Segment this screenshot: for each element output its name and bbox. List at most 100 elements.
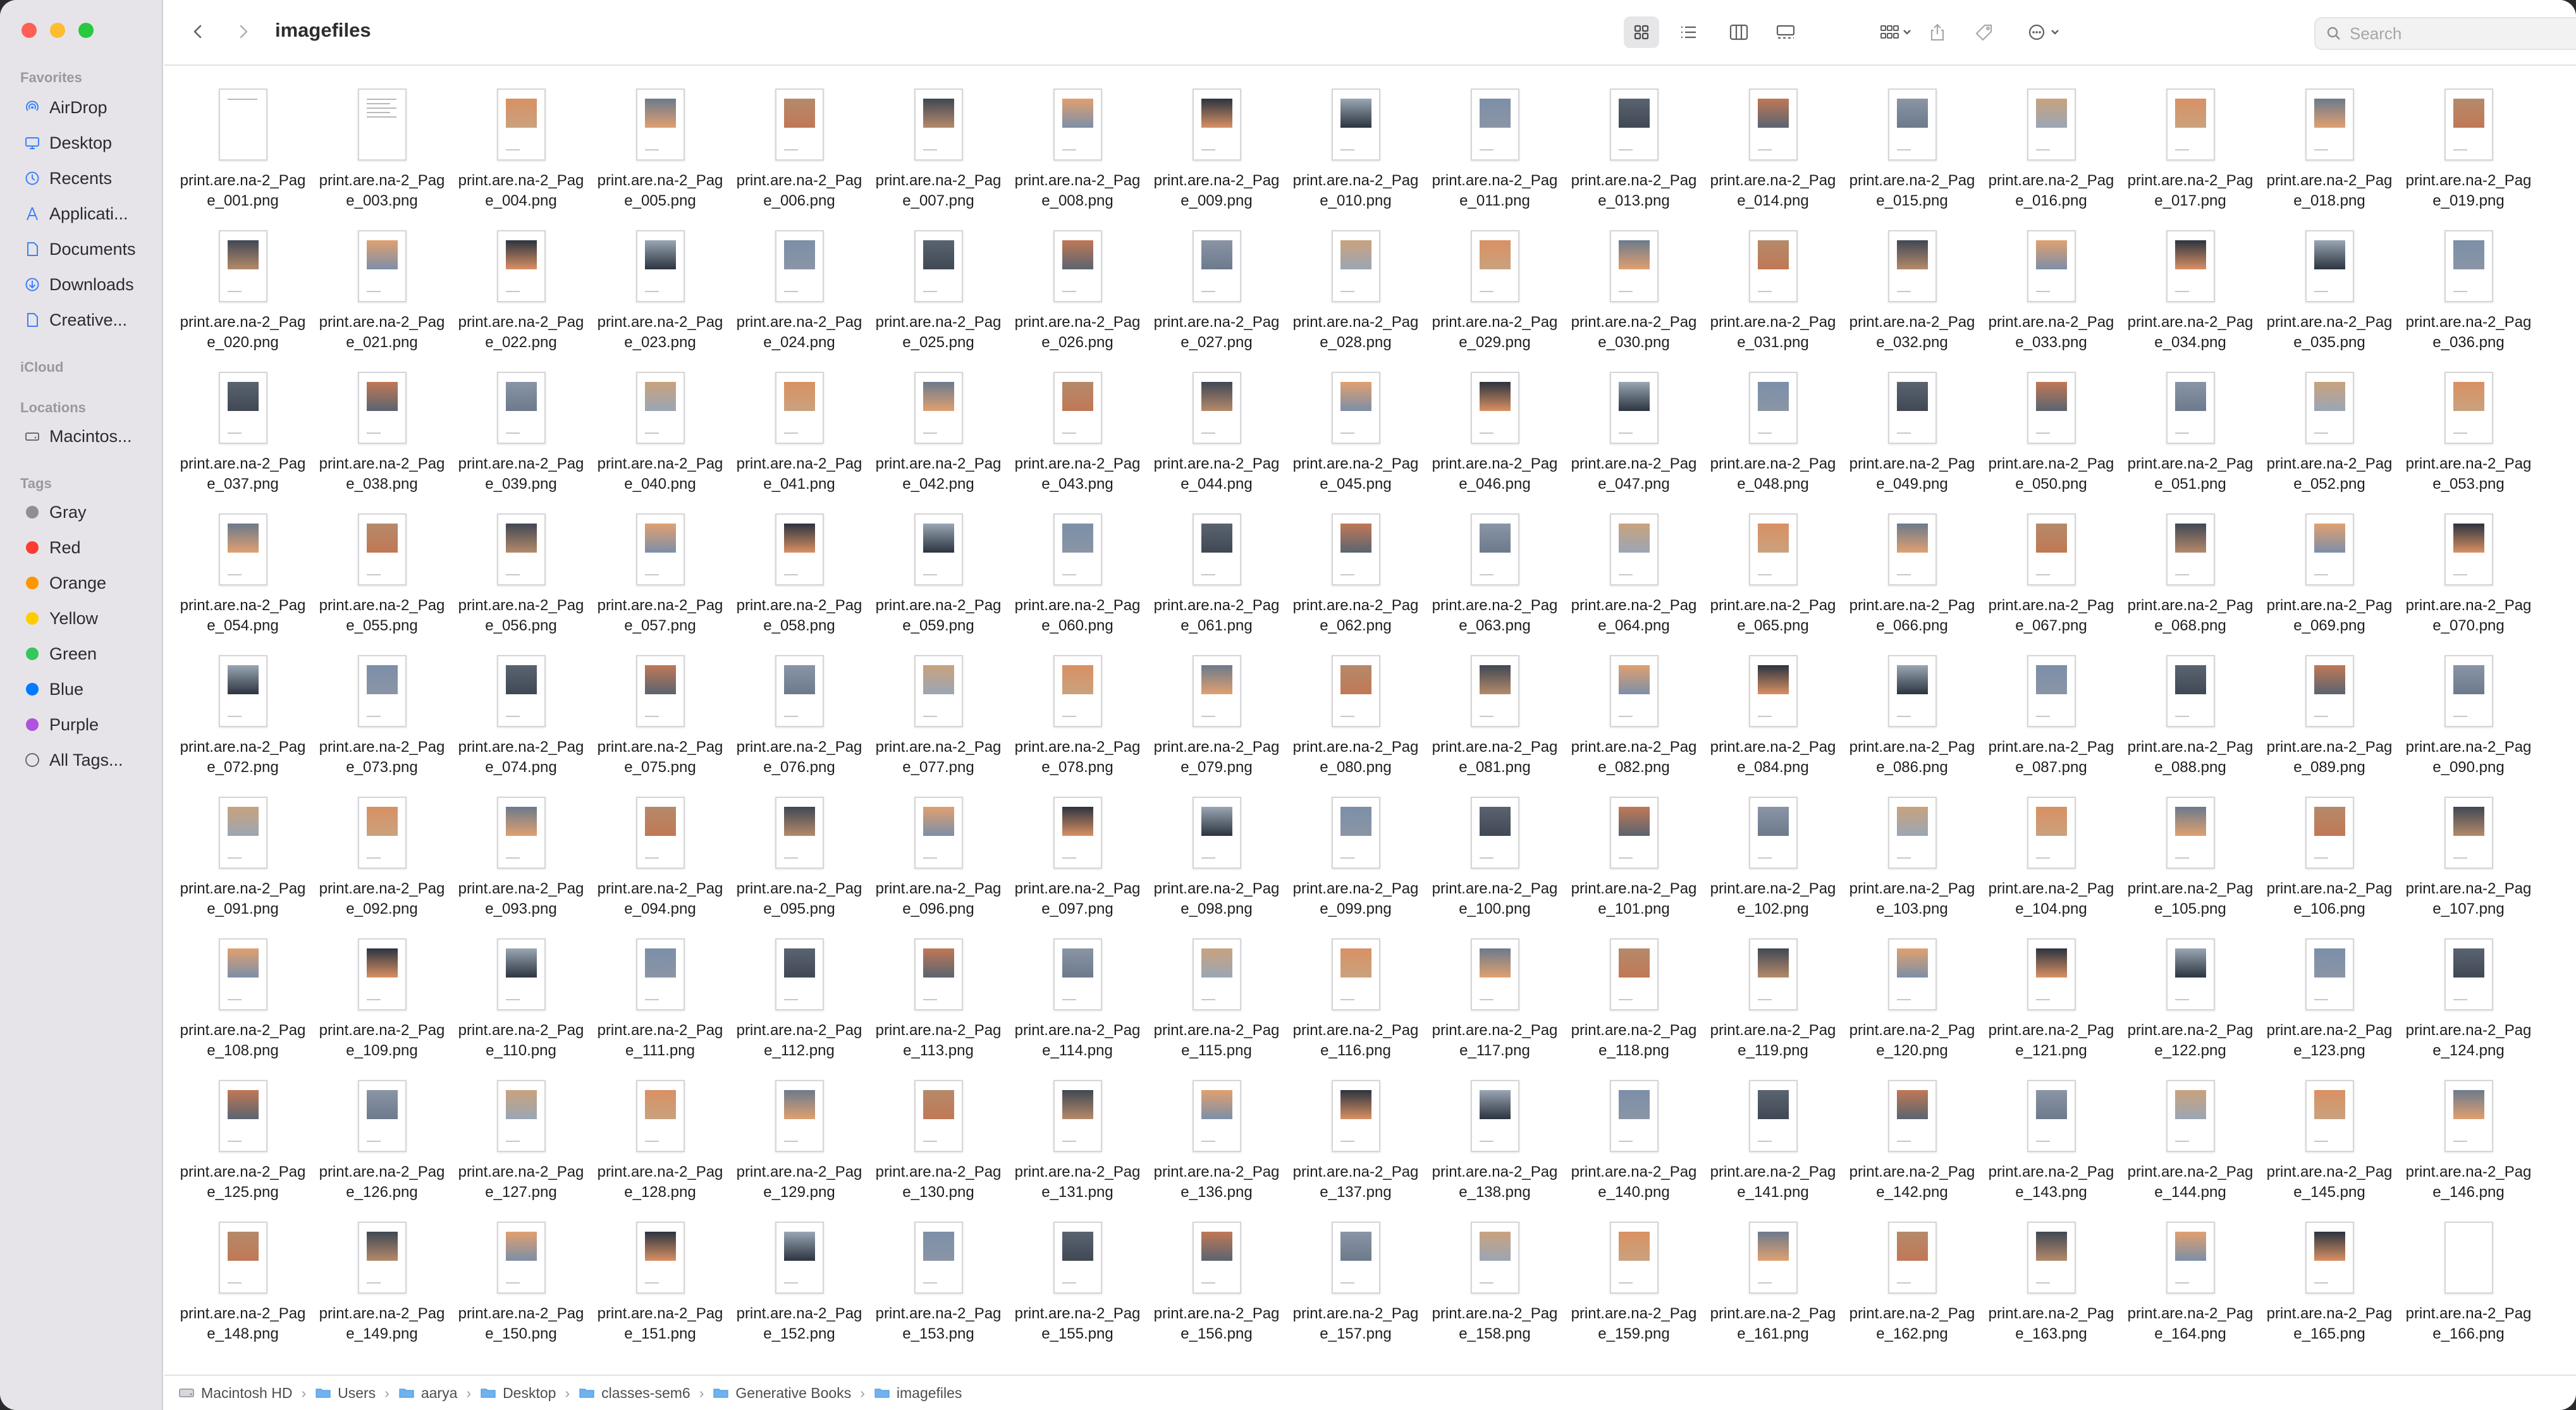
file-item[interactable]: print.are.na-2_Page_022.png bbox=[451, 220, 591, 362]
icon-view-button[interactable] bbox=[1624, 16, 1659, 48]
file-item[interactable]: print.are.na-2_Page_115.png bbox=[1147, 928, 1286, 1070]
file-item[interactable]: print.are.na-2_Page_086.png bbox=[1843, 645, 1982, 787]
file-item[interactable]: print.are.na-2_Page_031.png bbox=[1703, 220, 1843, 362]
file-item[interactable]: print.are.na-2_Page_087.png bbox=[1982, 645, 2121, 787]
file-item[interactable]: print.are.na-2_Page_025.png bbox=[869, 220, 1008, 362]
file-item[interactable]: print.are.na-2_Page_001.png bbox=[173, 78, 312, 220]
file-item[interactable]: print.are.na-2_Page_131.png bbox=[1008, 1070, 1147, 1211]
file-item[interactable]: print.are.na-2_Page_092.png bbox=[312, 787, 451, 928]
file-item[interactable]: print.are.na-2_Page_023.png bbox=[591, 220, 730, 362]
file-item[interactable]: print.are.na-2_Page_061.png bbox=[1147, 503, 1286, 645]
file-item[interactable]: print.are.na-2_Page_042.png bbox=[869, 362, 1008, 503]
breadcrumb-item[interactable]: Desktop bbox=[480, 1385, 556, 1402]
file-item[interactable]: print.are.na-2_Page_078.png bbox=[1008, 645, 1147, 787]
more-actions-button[interactable] bbox=[2017, 16, 2074, 48]
file-item[interactable]: print.are.na-2_Page_166.png bbox=[2399, 1211, 2538, 1353]
forward-button[interactable] bbox=[230, 19, 255, 44]
file-item[interactable]: print.are.na-2_Page_142.png bbox=[1843, 1070, 1982, 1211]
file-item[interactable]: print.are.na-2_Page_158.png bbox=[1425, 1211, 1564, 1353]
sidebar-item-creative[interactable]: Creative... bbox=[24, 305, 127, 335]
file-item[interactable]: print.are.na-2_Page_122.png bbox=[2121, 928, 2260, 1070]
file-item[interactable]: print.are.na-2_Page_051.png bbox=[2121, 362, 2260, 503]
file-item[interactable]: print.are.na-2_Page_082.png bbox=[1564, 645, 1703, 787]
file-item[interactable]: print.are.na-2_Page_103.png bbox=[1843, 787, 1982, 928]
file-item[interactable]: print.are.na-2_Page_017.png bbox=[2121, 78, 2260, 220]
file-item[interactable]: print.are.na-2_Page_146.png bbox=[2399, 1070, 2538, 1211]
column-view-button[interactable] bbox=[1721, 16, 1757, 48]
file-item[interactable]: print.are.na-2_Page_100.png bbox=[1425, 787, 1564, 928]
search-input[interactable] bbox=[2350, 23, 2576, 44]
breadcrumb-item[interactable]: Users bbox=[315, 1385, 376, 1402]
file-item[interactable]: print.are.na-2_Page_152.png bbox=[730, 1211, 869, 1353]
file-item[interactable]: print.are.na-2_Page_076.png bbox=[730, 645, 869, 787]
sidebar-tag-yellow[interactable]: Yellow bbox=[24, 603, 98, 634]
sidebar-item-downloads[interactable]: Downloads bbox=[24, 269, 134, 300]
file-item[interactable]: print.are.na-2_Page_110.png bbox=[451, 928, 591, 1070]
file-item[interactable]: print.are.na-2_Page_019.png bbox=[2399, 78, 2538, 220]
file-item[interactable]: print.are.na-2_Page_098.png bbox=[1147, 787, 1286, 928]
file-item[interactable]: print.are.na-2_Page_054.png bbox=[173, 503, 312, 645]
file-item[interactable]: print.are.na-2_Page_116.png bbox=[1286, 928, 1425, 1070]
file-item[interactable]: print.are.na-2_Page_138.png bbox=[1425, 1070, 1564, 1211]
file-item[interactable]: print.are.na-2_Page_026.png bbox=[1008, 220, 1147, 362]
search-field[interactable] bbox=[2314, 17, 2576, 50]
file-item[interactable]: print.are.na-2_Page_101.png bbox=[1564, 787, 1703, 928]
file-item[interactable]: print.are.na-2_Page_044.png bbox=[1147, 362, 1286, 503]
file-item[interactable]: print.are.na-2_Page_140.png bbox=[1564, 1070, 1703, 1211]
tag-button[interactable] bbox=[1966, 16, 2002, 48]
file-item[interactable]: print.are.na-2_Page_151.png bbox=[591, 1211, 730, 1353]
file-item[interactable]: print.are.na-2_Page_074.png bbox=[451, 645, 591, 787]
file-item[interactable]: print.are.na-2_Page_114.png bbox=[1008, 928, 1147, 1070]
file-item[interactable]: print.are.na-2_Page_095.png bbox=[730, 787, 869, 928]
file-item[interactable]: print.are.na-2_Page_055.png bbox=[312, 503, 451, 645]
file-item[interactable]: print.are.na-2_Page_048.png bbox=[1703, 362, 1843, 503]
file-item[interactable]: print.are.na-2_Page_125.png bbox=[173, 1070, 312, 1211]
file-item[interactable]: print.are.na-2_Page_041.png bbox=[730, 362, 869, 503]
file-item[interactable]: print.are.na-2_Page_043.png bbox=[1008, 362, 1147, 503]
file-item[interactable]: print.are.na-2_Page_126.png bbox=[312, 1070, 451, 1211]
file-item[interactable]: print.are.na-2_Page_016.png bbox=[1982, 78, 2121, 220]
group-by-button[interactable] bbox=[1869, 16, 1926, 48]
file-item[interactable]: print.are.na-2_Page_096.png bbox=[869, 787, 1008, 928]
file-item[interactable]: print.are.na-2_Page_148.png bbox=[173, 1211, 312, 1353]
sidebar-item-desktop[interactable]: Desktop bbox=[24, 128, 112, 158]
file-item[interactable]: print.are.na-2_Page_057.png bbox=[591, 503, 730, 645]
file-item[interactable]: print.are.na-2_Page_003.png bbox=[312, 78, 451, 220]
file-item[interactable]: print.are.na-2_Page_112.png bbox=[730, 928, 869, 1070]
file-item[interactable]: print.are.na-2_Page_035.png bbox=[2260, 220, 2399, 362]
file-item[interactable]: print.are.na-2_Page_141.png bbox=[1703, 1070, 1843, 1211]
breadcrumb-item[interactable]: aarya bbox=[398, 1385, 457, 1402]
file-item[interactable]: print.are.na-2_Page_124.png bbox=[2399, 928, 2538, 1070]
sidebar-tag-red[interactable]: Red bbox=[24, 532, 81, 563]
sidebar-tag-green[interactable]: Green bbox=[24, 639, 97, 669]
file-item[interactable]: print.are.na-2_Page_073.png bbox=[312, 645, 451, 787]
file-item[interactable]: print.are.na-2_Page_109.png bbox=[312, 928, 451, 1070]
sidebar-tag-gray[interactable]: Gray bbox=[24, 497, 87, 527]
file-item[interactable]: print.are.na-2_Page_062.png bbox=[1286, 503, 1425, 645]
file-item[interactable]: print.are.na-2_Page_053.png bbox=[2399, 362, 2538, 503]
sidebar-tag-purple[interactable]: Purple bbox=[24, 709, 99, 740]
file-item[interactable]: print.are.na-2_Page_155.png bbox=[1008, 1211, 1147, 1353]
file-item[interactable]: print.are.na-2_Page_032.png bbox=[1843, 220, 1982, 362]
file-item[interactable]: print.are.na-2_Page_121.png bbox=[1982, 928, 2121, 1070]
file-item[interactable]: print.are.na-2_Page_047.png bbox=[1564, 362, 1703, 503]
file-item[interactable]: print.are.na-2_Page_089.png bbox=[2260, 645, 2399, 787]
sidebar-tag-orange[interactable]: Orange bbox=[24, 568, 106, 598]
sidebar-item-documents[interactable]: Documents bbox=[24, 234, 136, 264]
file-item[interactable]: print.are.na-2_Page_165.png bbox=[2260, 1211, 2399, 1353]
file-item[interactable]: print.are.na-2_Page_163.png bbox=[1982, 1211, 2121, 1353]
sidebar-item-applications[interactable]: Applicati... bbox=[24, 199, 128, 229]
file-item[interactable]: print.are.na-2_Page_075.png bbox=[591, 645, 730, 787]
file-item[interactable]: print.are.na-2_Page_015.png bbox=[1843, 78, 1982, 220]
file-item[interactable]: print.are.na-2_Page_144.png bbox=[2121, 1070, 2260, 1211]
sidebar-tag-blue[interactable]: Blue bbox=[24, 674, 83, 704]
file-item[interactable]: print.are.na-2_Page_119.png bbox=[1703, 928, 1843, 1070]
file-item[interactable]: print.are.na-2_Page_117.png bbox=[1425, 928, 1564, 1070]
file-item[interactable]: print.are.na-2_Page_049.png bbox=[1843, 362, 1982, 503]
file-item[interactable]: print.are.na-2_Page_009.png bbox=[1147, 78, 1286, 220]
file-item[interactable]: print.are.na-2_Page_097.png bbox=[1008, 787, 1147, 928]
file-item[interactable]: print.are.na-2_Page_157.png bbox=[1286, 1211, 1425, 1353]
file-item[interactable]: print.are.na-2_Page_161.png bbox=[1703, 1211, 1843, 1353]
file-item[interactable]: print.are.na-2_Page_105.png bbox=[2121, 787, 2260, 928]
file-item[interactable]: print.are.na-2_Page_030.png bbox=[1564, 220, 1703, 362]
